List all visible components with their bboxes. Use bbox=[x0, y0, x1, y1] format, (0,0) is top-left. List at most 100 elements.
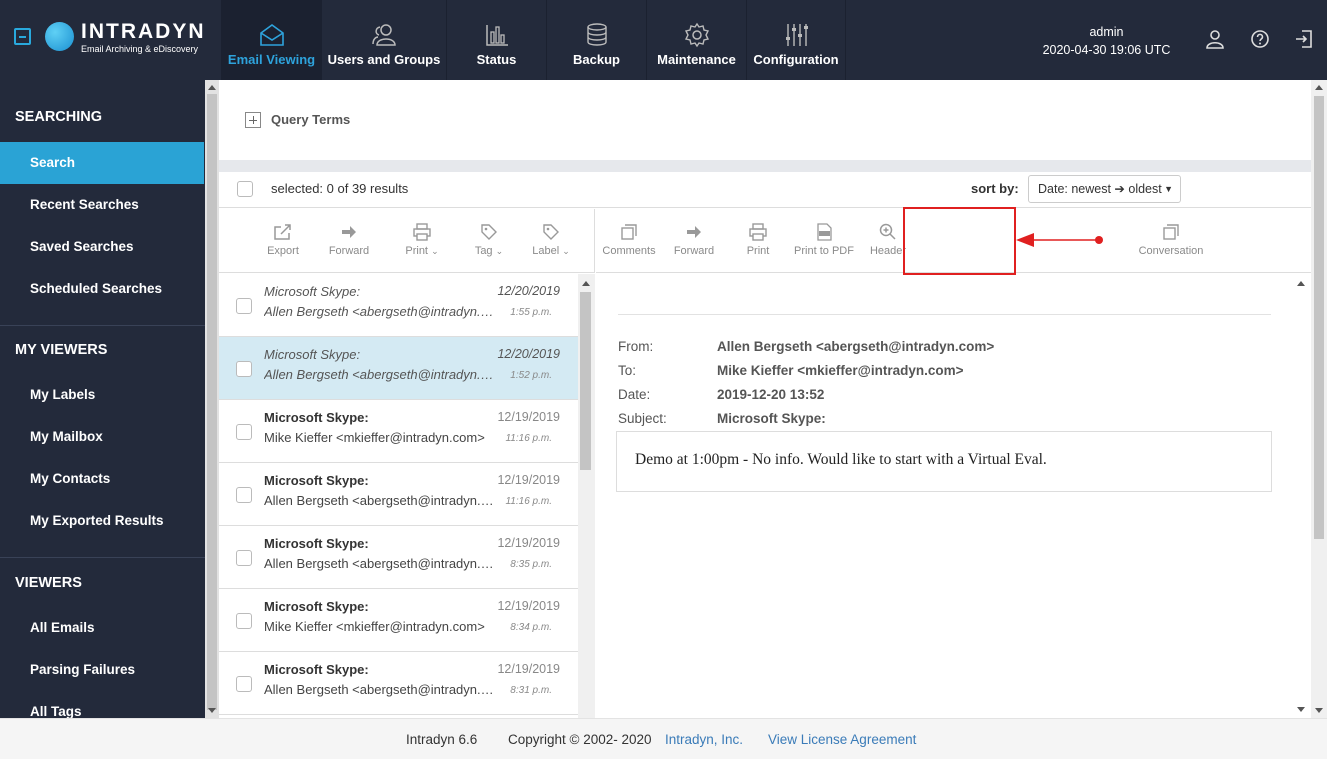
email-row[interactable]: Microsoft Skype: Mike Kieffer <mkieffer@… bbox=[219, 589, 578, 652]
from-label: From: bbox=[618, 339, 654, 354]
preview-scroll-down-icon[interactable] bbox=[1297, 707, 1305, 712]
toolbar-label: Tag bbox=[474, 245, 493, 257]
nav-backup[interactable]: Backup bbox=[546, 0, 646, 80]
sidebar-item-my-mailbox[interactable]: My Mailbox bbox=[0, 416, 204, 458]
row-checkbox[interactable] bbox=[236, 613, 252, 629]
comments-icon bbox=[621, 224, 637, 240]
help-icon[interactable] bbox=[1249, 28, 1271, 50]
sidebar-item-my-contacts[interactable]: My Contacts bbox=[0, 458, 204, 500]
sidebar-item-parsing-failures[interactable]: Parsing Failures bbox=[0, 649, 204, 691]
sidebar-divider bbox=[0, 325, 205, 326]
email-time: 1:55 p.m. bbox=[510, 307, 552, 318]
sidebar-item-all-emails[interactable]: All Emails bbox=[0, 607, 204, 649]
sidebar-heading-searching: SEARCHING bbox=[15, 109, 103, 125]
sidebar-item-my-exported-results[interactable]: My Exported Results bbox=[0, 500, 204, 542]
zoom-in-icon bbox=[879, 223, 896, 240]
gear-icon bbox=[684, 22, 709, 48]
license-link[interactable]: View License Agreement bbox=[768, 732, 916, 747]
email-subject: Microsoft Skype: bbox=[264, 284, 361, 299]
row-checkbox[interactable] bbox=[236, 487, 252, 503]
scroll-down-icon[interactable] bbox=[1315, 708, 1323, 713]
sidebar-item-scheduled-searches[interactable]: Scheduled Searches bbox=[0, 268, 204, 310]
sidebar-scrollbar[interactable] bbox=[205, 80, 219, 718]
chevron-down-icon: ⌄ bbox=[495, 246, 504, 256]
list-scroll-up-icon[interactable] bbox=[582, 281, 590, 286]
email-date: 12/19/2019 bbox=[497, 536, 560, 550]
row-checkbox[interactable] bbox=[236, 298, 252, 314]
email-date: 12/19/2019 bbox=[497, 662, 560, 676]
forward-button[interactable]: Forward bbox=[327, 223, 371, 257]
row-checkbox[interactable] bbox=[236, 361, 252, 377]
email-list-scrollbar[interactable] bbox=[578, 274, 595, 718]
header-button[interactable]: Header bbox=[868, 223, 908, 257]
email-row[interactable]: Microsoft Skype: Allen Bergseth <abergse… bbox=[219, 652, 578, 715]
email-time: 11:16 p.m. bbox=[505, 496, 552, 507]
preview-scrollbar[interactable] bbox=[1311, 80, 1327, 718]
email-row[interactable]: Microsoft Skype: Allen Bergseth <abergse… bbox=[219, 337, 578, 400]
chevron-down-icon: ⌄ bbox=[431, 246, 439, 256]
export-button[interactable]: Export bbox=[266, 223, 300, 257]
email-from: Mike Kieffer <mkieffer@intradyn.com> bbox=[264, 430, 485, 445]
email-date: 12/19/2019 bbox=[497, 410, 560, 424]
user-profile-icon[interactable] bbox=[1204, 28, 1226, 50]
comments-button[interactable]: Comments bbox=[601, 223, 657, 257]
preview-scroll-up-icon[interactable] bbox=[1297, 281, 1305, 286]
nav-configuration[interactable]: Configuration bbox=[746, 0, 846, 80]
email-from: Allen Bergseth <abergseth@intradyn.com> bbox=[264, 556, 496, 571]
scrollbar-thumb[interactable] bbox=[207, 94, 217, 710]
email-row[interactable]: Microsoft Skype: Allen Bergseth <abergse… bbox=[219, 526, 578, 589]
scrollbar-thumb[interactable] bbox=[580, 292, 591, 470]
toolbar-label: Print bbox=[405, 245, 428, 257]
nav-maintenance[interactable]: Maintenance bbox=[646, 0, 746, 80]
brand-tagline: Email Archiving & eDiscovery bbox=[81, 44, 199, 54]
email-from: Allen Bergseth <abergseth@intradyn.com> bbox=[264, 304, 496, 319]
user-name: admin bbox=[1089, 25, 1124, 39]
server-datetime: 2020-04-30 19:06 UTC bbox=[1042, 43, 1171, 57]
scrollbar-thumb[interactable] bbox=[1314, 96, 1324, 539]
sliders-icon bbox=[786, 24, 808, 46]
conversation-button[interactable]: Conversation bbox=[1136, 223, 1206, 257]
label-dropdown-button[interactable]: Label ⌄ bbox=[529, 223, 573, 257]
email-date: 12/20/2019 bbox=[497, 347, 560, 361]
message-body-text: Demo at 1:00pm - No info. Would like to … bbox=[635, 451, 1047, 468]
row-checkbox[interactable] bbox=[236, 676, 252, 692]
nav-users-and-groups[interactable]: Users and Groups bbox=[321, 0, 446, 80]
scroll-down-icon[interactable] bbox=[208, 708, 216, 713]
company-link[interactable]: Intradyn, Inc. bbox=[665, 732, 743, 747]
scroll-up-icon[interactable] bbox=[208, 85, 216, 90]
nav-email-viewing[interactable]: Email Viewing bbox=[221, 0, 321, 80]
nav-label: Configuration bbox=[753, 52, 839, 67]
print-to-pdf-button[interactable]: Print to PDF bbox=[792, 223, 856, 257]
sidebar-item-recent-searches[interactable]: Recent Searches bbox=[0, 184, 204, 226]
nav-label: Backup bbox=[573, 52, 620, 67]
sort-select[interactable]: Date: newest ➔ oldest ▼ bbox=[1028, 175, 1181, 203]
row-checkbox[interactable] bbox=[236, 424, 252, 440]
email-row[interactable]: Microsoft Skype: Allen Bergseth <abergse… bbox=[219, 463, 578, 526]
menu-toggle-icon[interactable] bbox=[14, 28, 31, 45]
sidebar-item-all-tags[interactable]: All Tags bbox=[0, 691, 204, 718]
query-terms-toggle[interactable]: Query Terms bbox=[271, 112, 350, 127]
select-all-checkbox[interactable] bbox=[237, 181, 253, 197]
print-dropdown-button[interactable]: Print ⌄ bbox=[400, 223, 444, 257]
sidebar-item-search[interactable]: Search bbox=[0, 142, 204, 184]
scroll-up-icon[interactable] bbox=[1315, 85, 1323, 90]
email-row[interactable]: Microsoft Skype: Mike Kieffer <mkieffer@… bbox=[219, 400, 578, 463]
message-print-button[interactable]: Print bbox=[741, 223, 775, 257]
logout-icon[interactable] bbox=[1293, 28, 1315, 50]
row-checkbox[interactable] bbox=[236, 550, 252, 566]
sidebar-item-saved-searches[interactable]: Saved Searches bbox=[0, 226, 204, 268]
toolbar-label: Header bbox=[869, 245, 907, 257]
nav-status[interactable]: Status bbox=[446, 0, 546, 80]
toolbar-label: Export bbox=[267, 245, 299, 257]
sidebar-item-my-labels[interactable]: My Labels bbox=[0, 374, 204, 416]
message-forward-button[interactable]: Forward bbox=[672, 223, 716, 257]
email-subject: Microsoft Skype: bbox=[264, 410, 369, 425]
tag-dropdown-button[interactable]: Tag ⌄ bbox=[469, 223, 509, 257]
email-subject: Microsoft Skype: bbox=[264, 473, 369, 488]
results-bar: selected: 0 of 39 results sort by: Date:… bbox=[219, 172, 1311, 208]
email-row[interactable]: Microsoft Skype: Allen Bergseth <abergse… bbox=[219, 274, 578, 337]
export-icon bbox=[274, 224, 291, 240]
main-content: Query Terms selected: 0 of 39 results so… bbox=[219, 80, 1311, 718]
label-icon bbox=[543, 224, 559, 240]
expand-plus-icon[interactable] bbox=[245, 112, 261, 128]
